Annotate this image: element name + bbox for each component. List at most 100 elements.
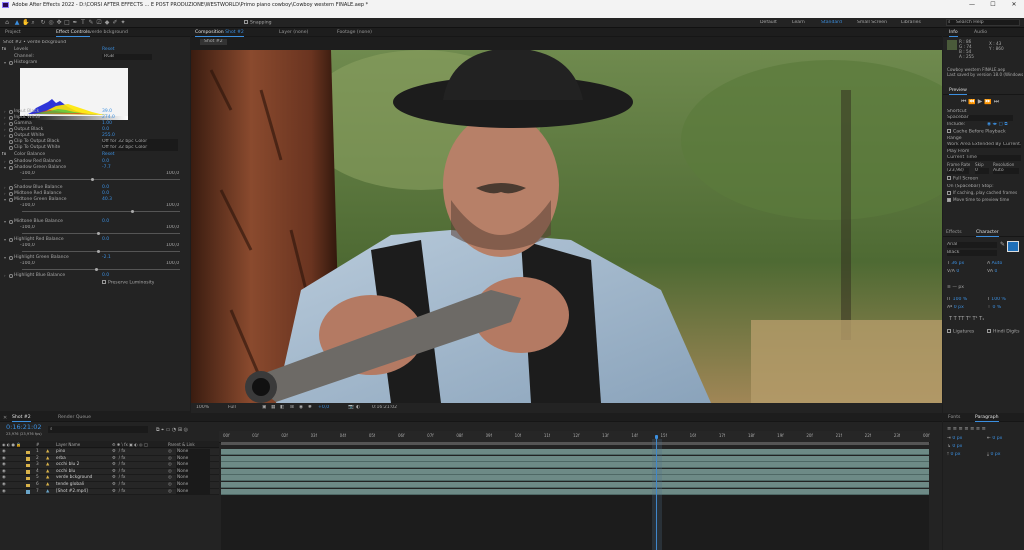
tab-fonts[interactable]: Fonts (948, 414, 960, 422)
close-tab-icon[interactable]: ✕ (3, 414, 7, 422)
shadow-green-slider-knob[interactable] (91, 178, 94, 181)
region-of-interest-icon[interactable]: ▣ (262, 405, 266, 411)
highlight-blue-row[interactable]: › Highlight Blue Balance 0.0 (0, 273, 188, 279)
prev-frame-icon[interactable]: ⏪ (968, 99, 975, 105)
highlight-red-value[interactable]: 0.0 (102, 237, 109, 243)
midtone-green-slider-track[interactable] (22, 211, 180, 212)
highlight-red-slider-track[interactable] (22, 251, 180, 252)
layer-name[interactable]: pino (56, 449, 65, 456)
workspace-small-screen[interactable]: Small Screen (857, 20, 887, 26)
layer-name[interactable]: tende globali (56, 482, 84, 489)
label-color-swatch[interactable] (26, 483, 30, 487)
layer-switches-icon[interactable]: ⚙ / fx (112, 482, 125, 489)
channel-icon[interactable]: ◉ (299, 405, 303, 411)
midtone-green-value[interactable]: 40.3 (102, 197, 112, 203)
effect-controls-layer-name[interactable]: verde bckground (89, 29, 128, 37)
eye-icon[interactable]: ◉ (2, 482, 6, 489)
type-tool-icon[interactable]: T (80, 20, 86, 26)
parent-pickwhip-icon[interactable]: ◎ (168, 449, 172, 456)
frame-rate-dropdown[interactable]: (23,98) (947, 168, 969, 174)
rectangle-tool-icon[interactable]: □ (64, 20, 70, 26)
layer-duration-bar[interactable] (221, 462, 929, 469)
full-screen-checkbox[interactable]: Full Screen (947, 176, 978, 183)
maximize-button[interactable]: ☐ (983, 0, 1003, 10)
highlight-red-slider-knob[interactable] (97, 250, 100, 253)
workspace-default[interactable]: Default (760, 20, 777, 26)
tab-composition[interactable]: Composition Shot #2 (195, 29, 244, 37)
tab-effects[interactable]: Effects (946, 229, 962, 237)
hand-tool-icon[interactable]: ✋ (22, 20, 29, 26)
clone-stamp-tool-icon[interactable]: ⎚ (96, 20, 102, 26)
layer-duration-bar[interactable] (221, 488, 929, 495)
layer-row[interactable]: ◉ 6 ▲ tende globali ⚙ / fx ◎ None (0, 482, 219, 489)
roto-brush-tool-icon[interactable]: ✐ (112, 20, 118, 26)
layer-duration-bar[interactable] (221, 455, 929, 462)
space-before-field[interactable]: ⤒ 0 px (947, 452, 961, 458)
magnification-dropdown[interactable]: 100% (196, 405, 209, 411)
tab-effect-controls[interactable]: Effect Controls (56, 29, 90, 37)
viewer-timecode[interactable]: 0:16:21:02 (372, 405, 397, 411)
font-family-dropdown[interactable]: Arial (947, 242, 997, 248)
layer-search-input[interactable]: ⌕ (48, 426, 148, 433)
next-frame-icon[interactable]: ⏩ (984, 99, 991, 105)
tab-character[interactable]: Character (976, 229, 999, 237)
highlight-green-slider-knob[interactable] (95, 268, 98, 271)
composition-subtab[interactable]: Shot #2 (200, 39, 227, 45)
minimize-button[interactable]: — (962, 0, 982, 10)
highlight-green-slider-track[interactable] (22, 269, 180, 270)
tab-footage[interactable]: Footage (none) (337, 29, 372, 37)
layer-name[interactable]: verde bckground (56, 475, 92, 482)
timeline-timecode[interactable]: 0:16:21:02 (6, 424, 42, 431)
layer-row[interactable]: ◉ 7 ▲ [Shot #2.mp4] ⚙ / fx ◎ None (0, 488, 219, 496)
parent-pickwhip-icon[interactable]: ◎ (168, 475, 172, 482)
midtone-green-slider-knob[interactable] (131, 210, 134, 213)
workspace-learn[interactable]: Learn (792, 20, 805, 26)
layer-duration-bar[interactable] (221, 482, 929, 488)
eye-icon[interactable]: ◉ (2, 489, 6, 496)
highlight-blue-value[interactable]: 0.0 (102, 273, 109, 279)
horizontal-scale-field[interactable]: T 100 % (987, 297, 1006, 303)
range-dropdown[interactable]: Work Area Extended By Current... (947, 142, 1021, 148)
effect-color-balance-row[interactable]: fx Color Balance Reset (0, 152, 188, 158)
tab-audio[interactable]: Audio (974, 29, 987, 37)
vertical-scale-field[interactable]: IT 100 % (947, 297, 967, 303)
layer-row[interactable]: ◉ 3 ▲ occhi blu 2 ⚙ / fx ◎ None (0, 462, 219, 469)
show-snapshot-icon[interactable]: ◐ (356, 405, 360, 411)
selection-tool-icon[interactable]: ▲ (14, 20, 20, 26)
midtone-blue-value[interactable]: 0.0 (102, 219, 109, 225)
levels-reset-link[interactable]: Reset (102, 47, 115, 53)
label-color-swatch[interactable] (26, 470, 30, 474)
guides-icon[interactable]: ⊞ (290, 405, 294, 411)
tracking-field[interactable]: VA 0 (987, 269, 997, 275)
work-area-bar[interactable] (221, 442, 929, 445)
text-style-buttons[interactable]: T T TT Tᵀ T¹ T₁ (949, 316, 984, 322)
brush-tool-icon[interactable]: ✎ (88, 20, 94, 26)
parent-pickwhip-icon[interactable]: ◎ (168, 462, 172, 469)
pen-tool-icon[interactable]: ✒ (72, 20, 78, 26)
baseline-shift-field[interactable]: Aª 0 px (947, 305, 964, 311)
workspace-libraries[interactable]: Libraries (901, 20, 921, 26)
tab-project[interactable]: Project (5, 29, 21, 37)
zoom-tool-icon[interactable]: ⌕ (30, 20, 36, 26)
eye-icon[interactable]: ◉ (2, 475, 6, 482)
leading-field[interactable]: A Auto (987, 261, 1002, 267)
layer-switches-icon[interactable]: ⚙ / fx (112, 462, 125, 469)
hindi-digits-checkbox[interactable]: Hindi Digits (987, 329, 1020, 336)
snapshot-icon[interactable]: 📷 (348, 405, 354, 411)
play-from-dropdown[interactable]: Current Time (947, 155, 1021, 161)
label-color-swatch[interactable] (26, 490, 30, 494)
first-frame-icon[interactable]: ⏮ (961, 99, 966, 105)
close-window-button[interactable]: ✕ (1004, 0, 1024, 10)
preserve-luminosity-checkbox[interactable]: Preserve Luminosity (102, 280, 154, 287)
layer-switches-icon[interactable]: ⚙ / fx (112, 489, 125, 496)
layer-row[interactable]: ◉ 1 ▲ pino ⚙ / fx ◎ None (0, 449, 219, 456)
parent-dropdown[interactable]: None (176, 488, 210, 496)
layer-duration-bar[interactable] (221, 468, 929, 475)
parent-dropdown[interactable]: None (176, 449, 210, 456)
layer-switches-icon[interactable]: ⚙ / fx (112, 449, 125, 456)
composition-viewer[interactable] (191, 50, 942, 403)
midtone-blue-slider-track[interactable] (22, 233, 180, 234)
camera-tool-icon[interactable]: ◎ (48, 20, 54, 26)
indent-right-field[interactable]: ⇤ 0 px (987, 436, 1002, 442)
eye-icon[interactable]: ◉ (2, 469, 6, 476)
